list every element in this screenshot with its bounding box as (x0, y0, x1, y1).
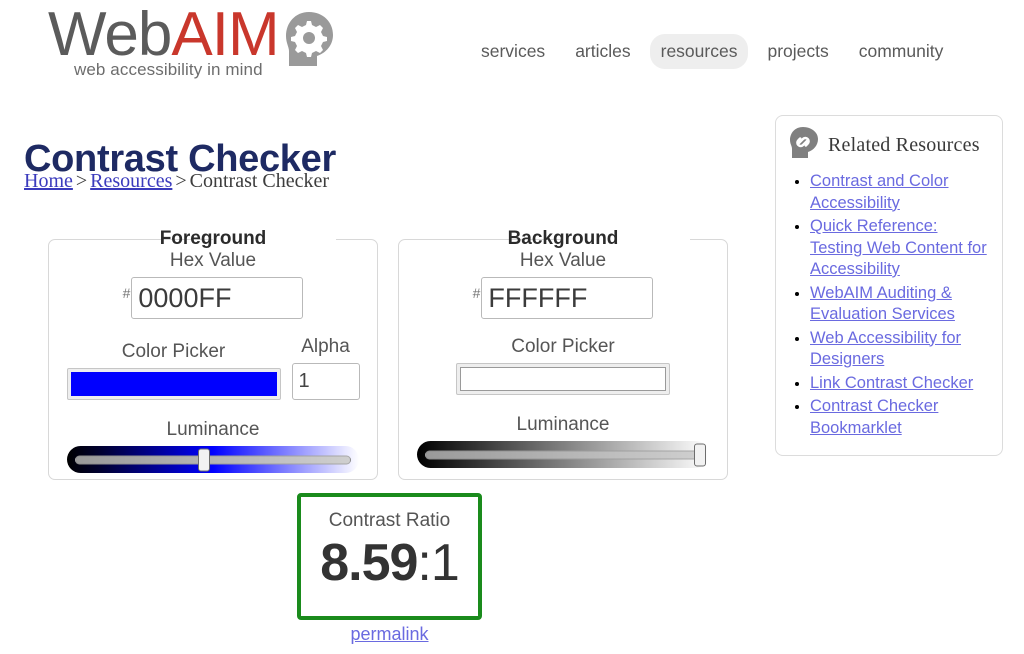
background-color-swatch (460, 367, 666, 391)
related-link-contrast-and-color-accessibility[interactable]: Contrast and Color Accessibility (810, 172, 949, 212)
hash-symbol: # (473, 285, 481, 301)
nav-item-projects[interactable]: projects (756, 34, 839, 69)
breadcrumb-current: Contrast Checker (190, 170, 329, 192)
foreground-panel: Foreground Hex Value # Color Picker Alph… (48, 228, 378, 480)
hash-symbol: # (123, 285, 131, 301)
nav-item-articles[interactable]: articles (564, 34, 641, 69)
list-item: WebAIM Auditing & Evaluation Services (810, 283, 990, 326)
background-hex-label: Hex Value (399, 250, 727, 272)
related-resources-header: Related Resources (788, 126, 990, 165)
logo-web-text: Web (48, 0, 171, 69)
webaim-logo[interactable]: WebAIM web accessibility in mind (48, 4, 337, 80)
foreground-hex-input[interactable] (131, 277, 303, 319)
nav-item-community[interactable]: community (848, 34, 955, 69)
permalink-wrap: permalink (297, 624, 482, 645)
background-picker-row: Color Picker (399, 336, 727, 395)
related-link-quick-reference[interactable]: Quick Reference: Testing Web Content for… (810, 217, 987, 278)
main-navigation[interactable]: services articles resources projects com… (470, 34, 954, 69)
background-hex-input[interactable] (481, 277, 653, 319)
foreground-picker-row: Color Picker Alpha (49, 336, 377, 400)
list-item: Contrast Checker Bookmarklet (810, 396, 990, 439)
foreground-luminance-wrap: Luminance (49, 419, 377, 473)
foreground-picker-label: Color Picker (67, 341, 281, 363)
list-item: Link Contrast Checker (810, 373, 990, 395)
contrast-ratio-label: Contrast Ratio (301, 510, 478, 532)
related-resources-title: Related Resources (828, 134, 980, 157)
related-link-link-contrast-checker[interactable]: Link Contrast Checker (810, 374, 973, 392)
foreground-legend: Foreground (152, 228, 275, 250)
background-luminance-slider[interactable] (417, 441, 709, 468)
related-resources-box: Related Resources Contrast and Color Acc… (775, 115, 1003, 456)
slider-thumb[interactable] (694, 443, 706, 466)
background-legend: Background (500, 228, 627, 250)
logo-tagline: web accessibility in mind (74, 60, 279, 80)
permalink-link[interactable]: permalink (350, 624, 428, 644)
background-color-picker[interactable] (456, 363, 670, 395)
slider-track (75, 455, 351, 464)
breadcrumb-link-resources[interactable]: Resources (90, 170, 172, 192)
logo-wordmark: WebAIM (48, 4, 279, 66)
background-panel: Background Hex Value # Color Picker Lumi… (398, 228, 728, 480)
related-link-accessibility-for-designers[interactable]: Web Accessibility for Designers (810, 329, 961, 369)
head-link-icon (788, 126, 820, 165)
related-link-auditing-services[interactable]: WebAIM Auditing & Evaluation Services (810, 284, 955, 324)
foreground-color-swatch (71, 372, 277, 396)
background-hex-row: # (399, 277, 727, 319)
background-picker-label: Color Picker (456, 336, 670, 358)
logo-aim-text: AIM (171, 0, 278, 69)
foreground-luminance-label: Luminance (49, 419, 377, 441)
foreground-picker-col: Color Picker (67, 341, 281, 400)
contrast-ratio-suffix: :1 (417, 534, 458, 592)
foreground-hex-row: # (49, 277, 377, 319)
foreground-alpha-input[interactable] (292, 363, 360, 400)
nav-item-resources[interactable]: resources (650, 34, 749, 69)
nav-item-services[interactable]: services (470, 34, 556, 69)
list-item: Contrast and Color Accessibility (810, 171, 990, 214)
foreground-color-picker[interactable] (67, 368, 281, 400)
foreground-alpha-label: Alpha (292, 336, 360, 358)
related-link-bookmarklet[interactable]: Contrast Checker Bookmarklet (810, 397, 938, 437)
contrast-ratio-box: Contrast Ratio 8.59:1 (297, 493, 482, 620)
contrast-ratio-value: 8.59:1 (301, 534, 478, 592)
breadcrumb-separator: > (172, 170, 189, 192)
foreground-alpha-col: Alpha (292, 336, 360, 400)
breadcrumb-separator: > (73, 170, 90, 192)
contrast-ratio-number: 8.59 (320, 534, 417, 592)
breadcrumb-link-home[interactable]: Home (24, 170, 73, 192)
slider-thumb[interactable] (198, 448, 210, 471)
breadcrumb: Home>Resources>Contrast Checker (24, 170, 329, 193)
site-header: WebAIM web accessibility in mind service… (0, 0, 1024, 92)
background-luminance-wrap: Luminance (399, 414, 727, 468)
head-gear-icon (283, 10, 337, 75)
list-item: Web Accessibility for Designers (810, 328, 990, 371)
logo-text: WebAIM web accessibility in mind (48, 4, 279, 80)
slider-track (425, 450, 701, 459)
background-picker-col: Color Picker (456, 336, 670, 395)
foreground-hex-label: Hex Value (49, 250, 377, 272)
foreground-luminance-slider[interactable] (67, 446, 359, 473)
background-luminance-label: Luminance (399, 414, 727, 436)
list-item: Quick Reference: Testing Web Content for… (810, 216, 990, 281)
related-resources-list: Contrast and Color Accessibility Quick R… (788, 171, 990, 439)
